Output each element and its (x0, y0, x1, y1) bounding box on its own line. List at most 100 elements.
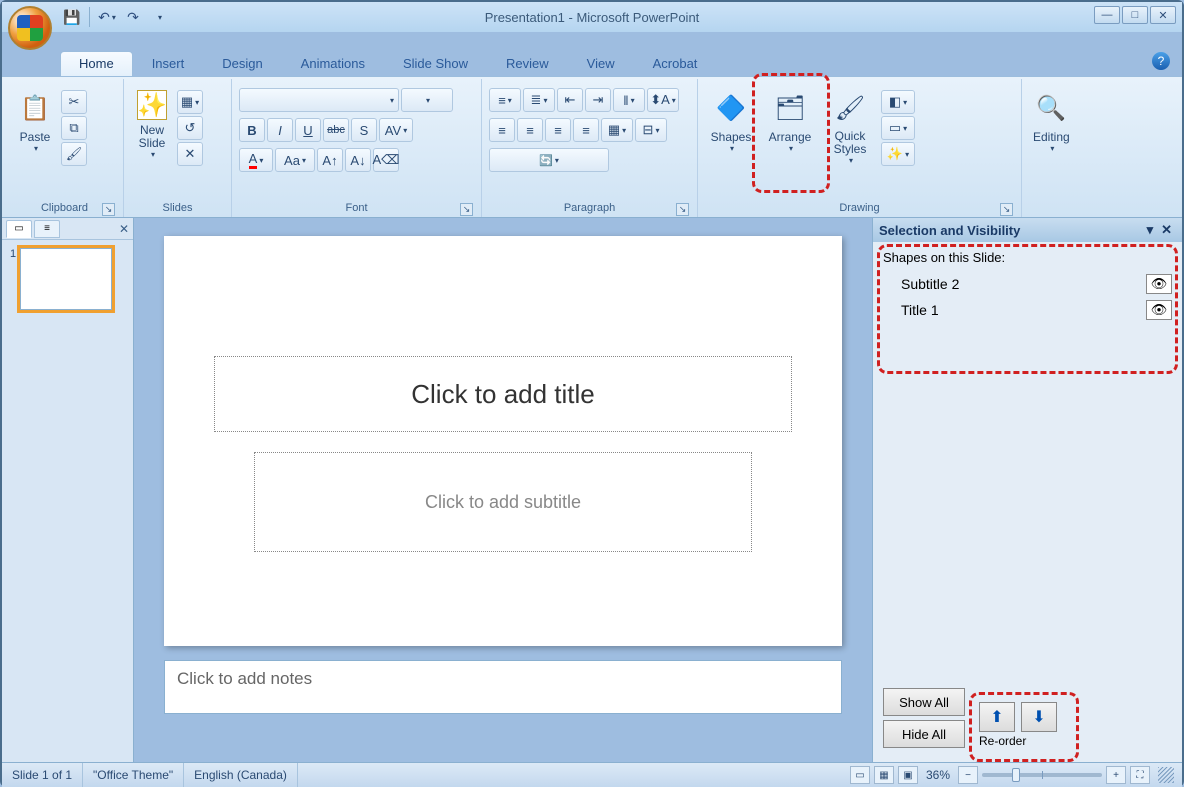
char-spacing-button[interactable]: AV▾ (379, 118, 413, 142)
strike-button[interactable]: abc (323, 118, 349, 142)
shape-fill-button[interactable]: ◧▾ (881, 90, 915, 114)
italic-button[interactable]: I (267, 118, 293, 142)
show-all-button[interactable]: Show All (883, 688, 965, 716)
selection-pane-menu[interactable]: ▾ (1143, 222, 1158, 238)
zoom-slider[interactable] (982, 773, 1102, 777)
drawing-launcher[interactable]: ↘ (1000, 203, 1013, 216)
resize-grip[interactable] (1158, 767, 1174, 783)
sorter-view-button[interactable]: ▦ (874, 766, 894, 784)
selection-pane-close[interactable]: ✕ (1157, 222, 1176, 238)
tab-acrobat[interactable]: Acrobat (634, 51, 717, 76)
panel-close-button[interactable]: ✕ (119, 222, 129, 236)
tab-animations[interactable]: Animations (282, 51, 384, 76)
reorder-up-button[interactable]: ⬆ (979, 702, 1015, 732)
zoom-out-button[interactable]: − (958, 766, 978, 784)
tab-slideshow[interactable]: Slide Show (384, 51, 487, 76)
outline-tab[interactable]: ≡ (34, 220, 60, 238)
status-language[interactable]: English (Canada) (184, 763, 298, 787)
tab-design[interactable]: Design (203, 51, 281, 76)
numbering-button[interactable]: ≣▾ (523, 88, 555, 112)
smartart-button[interactable]: 🔄▾ (489, 148, 609, 172)
status-slide[interactable]: Slide 1 of 1 (2, 763, 83, 787)
thumb-number: 1 (10, 248, 16, 310)
align-center-button[interactable]: ≡ (517, 118, 543, 142)
decrease-indent-button[interactable]: ⇤ (557, 88, 583, 112)
slide[interactable]: Click to add title Click to add subtitle (164, 236, 842, 646)
new-slide-button[interactable]: ✨ New Slide ▾ (130, 83, 174, 195)
line-spacing-button[interactable]: ‖▾ (613, 88, 645, 112)
change-case-button[interactable]: Aa▾ (275, 148, 315, 172)
grow-font-button[interactable]: A↑ (317, 148, 343, 172)
paste-button[interactable]: 📋 Paste ▾ (12, 83, 58, 195)
shrink-font-button[interactable]: A↓ (345, 148, 371, 172)
increase-indent-button[interactable]: ⇥ (585, 88, 611, 112)
bold-button[interactable]: B (239, 118, 265, 142)
text-direction-button[interactable]: ⬍A▾ (647, 88, 679, 112)
visibility-toggle[interactable]: 👁 (1146, 274, 1172, 294)
reorder-down-button[interactable]: ⬇ (1021, 702, 1057, 732)
maximize-button[interactable]: □ (1122, 6, 1148, 24)
font-color-button[interactable]: A▾ (239, 148, 273, 172)
subtitle-placeholder[interactable]: Click to add subtitle (254, 452, 752, 552)
copy-button[interactable]: ⧉ (61, 116, 87, 140)
font-size-combo[interactable]: ▾ (401, 88, 453, 112)
columns-button[interactable]: ▦▾ (601, 118, 633, 142)
shape-list-item[interactable]: Title 1 👁 (883, 297, 1172, 323)
align-left-button[interactable]: ≡ (489, 118, 515, 142)
fit-to-window-button[interactable]: ⛶ (1130, 766, 1150, 784)
quick-styles-button[interactable]: 🖌 Quick Styles▾ (822, 83, 878, 195)
zoom-in-button[interactable]: + (1106, 766, 1126, 784)
align-right-button[interactable]: ≡ (545, 118, 571, 142)
arrange-button[interactable]: 🗂 Arrange▾ (760, 83, 820, 195)
redo-icon[interactable]: ↷ (121, 5, 145, 29)
shape-outline-button[interactable]: ▭▾ (881, 116, 915, 140)
slides-tab[interactable]: ▭ (6, 220, 32, 238)
underline-button[interactable]: U (295, 118, 321, 142)
shapes-button[interactable]: 🔷 Shapes▾ (704, 83, 758, 195)
format-painter-button[interactable]: 🖌 (61, 142, 87, 166)
shape-effects-button[interactable]: ✨▾ (881, 142, 915, 166)
new-slide-icon: ✨ (137, 90, 167, 120)
notes-pane[interactable]: Click to add notes (164, 660, 842, 714)
layout-button[interactable]: ▦▾ (177, 90, 203, 114)
delete-slide-button[interactable]: ✕ (177, 142, 203, 166)
save-icon[interactable]: 💾 (60, 5, 84, 29)
visibility-toggle[interactable]: 👁 (1146, 300, 1172, 320)
group-editing: 🔍 Editing▾ (1022, 79, 1108, 217)
shape-list-item[interactable]: Subtitle 2 👁 (883, 271, 1172, 297)
font-launcher[interactable]: ↘ (460, 203, 473, 216)
reset-button[interactable]: ↺ (177, 116, 203, 140)
cut-button[interactable]: ✂ (61, 90, 87, 114)
justify-button[interactable]: ≡ (573, 118, 599, 142)
paragraph-launcher[interactable]: ↘ (676, 203, 689, 216)
editing-button[interactable]: 🔍 Editing▾ (1028, 83, 1075, 195)
bullets-button[interactable]: ≡▾ (489, 88, 521, 112)
close-button[interactable]: ✕ (1150, 6, 1176, 24)
qat-customize-icon[interactable]: ▾ (147, 5, 171, 29)
align-text-button[interactable]: ⊟▾ (635, 118, 667, 142)
shadow-button[interactable]: S (351, 118, 377, 142)
help-button[interactable]: ? (1152, 52, 1170, 70)
hide-all-button[interactable]: Hide All (883, 720, 965, 748)
slide-thumbnail[interactable]: 1 (10, 248, 125, 310)
font-label: Font (345, 202, 367, 214)
clear-format-button[interactable]: A⌫ (373, 148, 399, 172)
title-placeholder[interactable]: Click to add title (214, 356, 792, 432)
clipboard-launcher[interactable]: ↘ (102, 203, 115, 216)
tab-home[interactable]: Home (60, 51, 133, 76)
font-family-combo[interactable]: ▾ (239, 88, 399, 112)
editing-label: Editing (1033, 130, 1070, 144)
minimize-button[interactable]: — (1094, 6, 1120, 24)
office-button[interactable] (8, 6, 52, 50)
slideshow-view-button[interactable]: ▣ (898, 766, 918, 784)
tab-insert[interactable]: Insert (133, 51, 204, 76)
status-theme[interactable]: "Office Theme" (83, 763, 184, 787)
status-bar: Slide 1 of 1 "Office Theme" English (Can… (2, 762, 1182, 787)
zoom-percent[interactable]: 36% (926, 768, 950, 782)
normal-view-button[interactable]: ▭ (850, 766, 870, 784)
tab-view[interactable]: View (568, 51, 634, 76)
tab-review[interactable]: Review (487, 51, 568, 76)
selection-pane-title: Selection and Visibility (879, 223, 1020, 238)
window-title: Presentation1 - Microsoft PowerPoint (485, 10, 700, 25)
undo-icon[interactable]: ↶▾ (95, 5, 119, 29)
